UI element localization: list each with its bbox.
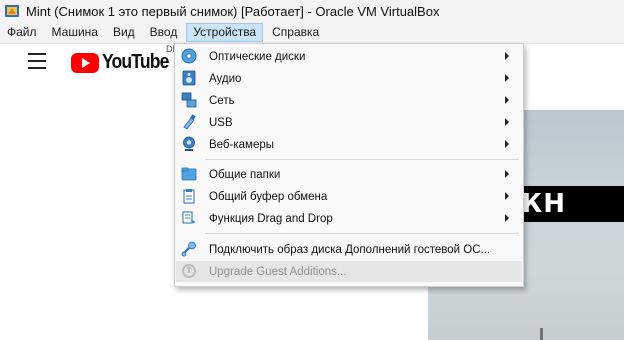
submenu-arrow-icon (505, 52, 509, 60)
upgrade-guest-additions-icon (182, 264, 196, 278)
window-titlebar: Mint (Снимок 1 это первый снимок) [Работ… (0, 0, 624, 22)
menu-item-audio[interactable]: Аудио (176, 68, 522, 89)
menu-view[interactable]: Вид (107, 23, 141, 42)
menu-item-label: Оптические диски (209, 50, 306, 63)
menu-item-label: Веб-камеры (209, 138, 274, 151)
hamburger-menu-icon[interactable] (28, 53, 46, 74)
usb-icon (183, 114, 196, 130)
menu-item-webcams[interactable]: Веб-камеры (176, 134, 522, 155)
drag-drop-icon (182, 211, 196, 225)
submenu-arrow-icon (505, 214, 509, 222)
menu-separator (205, 233, 519, 234)
menu-item-label: Аудио (209, 72, 242, 85)
menu-item-drag-and-drop[interactable]: Функция Drag and Drop (176, 208, 522, 229)
youtube-logo[interactable]: YouTube (71, 51, 178, 74)
devices-dropdown-menu: Оптические диски Аудио Сеть USB Веб-каме… (174, 43, 524, 287)
clipboard-icon (183, 189, 195, 204)
audio-icon (182, 70, 196, 86)
shared-folder-icon (181, 167, 197, 181)
menu-item-label: USB (209, 116, 233, 129)
menu-item-insert-guest-additions[interactable]: Подключить образ диска Дополнений гостев… (176, 239, 522, 260)
menu-item-network[interactable]: Сеть (176, 90, 522, 111)
youtube-logo-text: YouTube (102, 51, 169, 73)
menubar: Файл Машина Вид Ввод Устройства Справка (0, 22, 624, 44)
menu-item-optical-drives[interactable]: Оптические диски (176, 46, 522, 67)
menu-help[interactable]: Справка (266, 23, 325, 42)
optical-disc-icon (181, 48, 197, 64)
submenu-arrow-icon (505, 96, 509, 104)
menu-file[interactable]: Файл (1, 23, 43, 42)
menu-item-label: Функция Drag and Drop (209, 212, 333, 225)
submenu-arrow-icon (505, 192, 509, 200)
menu-item-label: Подключить образ диска Дополнений гостев… (209, 243, 491, 256)
guest-additions-disk-icon (181, 241, 196, 257)
submenu-arrow-icon (505, 118, 509, 126)
submenu-arrow-icon (505, 170, 509, 178)
menu-item-label: Upgrade Guest Additions... (209, 265, 347, 278)
menu-item-shared-clipboard[interactable]: Общий буфер обмена (176, 186, 522, 207)
webcam-icon (183, 136, 195, 151)
menu-input[interactable]: Ввод (144, 23, 184, 42)
menu-item-shared-folders[interactable]: Общие папки (176, 164, 522, 185)
window-title: Mint (Снимок 1 это первый снимок) [Работ… (26, 3, 440, 19)
menu-item-usb[interactable]: USB (176, 112, 522, 133)
submenu-arrow-icon (505, 74, 509, 82)
menu-devices[interactable]: Устройства (186, 23, 264, 42)
virtualbox-app-icon (5, 5, 19, 17)
menu-item-label: Общие папки (209, 168, 281, 181)
menu-separator (205, 159, 519, 160)
menu-item-label: Сеть (209, 94, 235, 107)
menu-item-upgrade-guest-additions[interactable]: Upgrade Guest Additions... (176, 261, 522, 282)
menu-machine[interactable]: Машина (46, 23, 104, 42)
menu-item-label: Общий буфер обмена (209, 190, 328, 203)
network-icon (181, 92, 197, 108)
youtube-play-icon (71, 52, 99, 73)
submenu-arrow-icon (505, 140, 509, 148)
thumbnail-detail (540, 328, 543, 340)
